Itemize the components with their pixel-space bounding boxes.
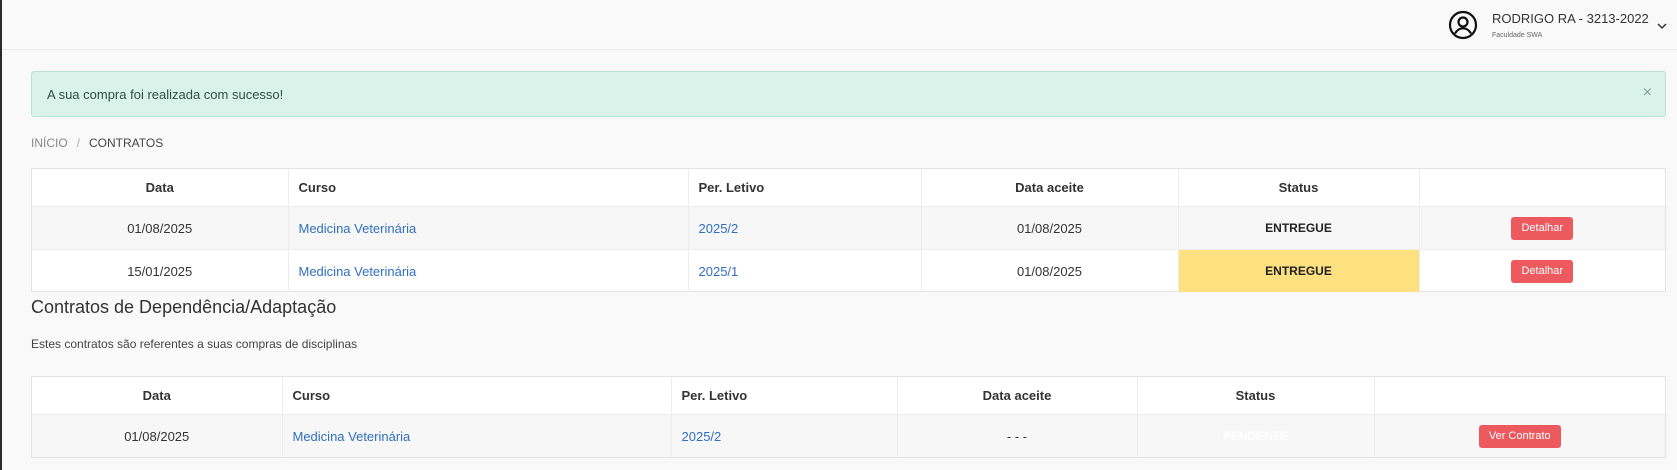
column-header-data-aceite: Data aceite: [897, 377, 1138, 415]
column-header-periodo: Per. Letivo: [688, 169, 922, 207]
cell-actions: Detalhar: [1419, 206, 1665, 250]
cell-data: 15/01/2025: [32, 249, 289, 292]
contracts-table: Data Curso Per. Letivo Data aceite Statu…: [32, 169, 1665, 292]
cell-data-aceite: 01/08/2025: [921, 206, 1179, 250]
breadcrumb-home[interactable]: INÍCIO: [31, 136, 68, 150]
user-menu[interactable]: RODRIGO RA - 3213-2022 Faculdade SWA: [1448, 8, 1667, 42]
period-link[interactable]: 2025/2: [699, 221, 739, 236]
chevron-down-icon[interactable]: [1656, 22, 1668, 30]
success-alert: A sua compra foi realizada com sucesso! …: [31, 71, 1666, 117]
column-header-data-aceite: Data aceite: [921, 169, 1179, 207]
cell-data: 01/08/2025: [32, 206, 289, 250]
breadcrumb-separator: /: [76, 136, 81, 150]
course-link[interactable]: Medicina Veterinária: [299, 221, 417, 236]
cell-periodo: 2025/2: [671, 414, 898, 457]
column-header-periodo: Per. Letivo: [671, 377, 898, 415]
detalhar-button[interactable]: Detalhar: [1511, 216, 1574, 240]
column-header-curso: Curso: [282, 377, 672, 415]
column-header-actions: [1419, 169, 1665, 207]
cell-actions: Ver Contrato: [1374, 414, 1665, 457]
dependency-table-container: Data Curso Per. Letivo Data aceite Statu…: [31, 376, 1666, 458]
column-header-data: Data: [32, 169, 289, 207]
status-badge: PENDENTE: [1137, 414, 1375, 457]
section-description: Estes contratos são referentes a suas co…: [31, 337, 358, 351]
window-edge: [0, 0, 2, 470]
table-header-row: Data Curso Per. Letivo Data aceite Statu…: [32, 377, 1665, 415]
column-header-status: Status: [1137, 377, 1375, 415]
period-link[interactable]: 2025/1: [699, 264, 739, 279]
top-navbar: RODRIGO RA - 3213-2022 Faculdade SWA: [2, 0, 1677, 50]
section-title: Contratos de Dependência/Adaptação: [31, 297, 337, 317]
column-header-status: Status: [1178, 169, 1420, 207]
column-header-curso: Curso: [288, 169, 689, 207]
cell-curso: Medicina Veterinária: [288, 249, 689, 292]
detalhar-button[interactable]: Detalhar: [1511, 259, 1574, 283]
table-row: 01/08/2025 Medicina Veterinária 2025/2 0…: [32, 206, 1665, 250]
status-badge: ENTREGUE: [1178, 249, 1420, 292]
breadcrumb-current: CONTRATOS: [89, 136, 164, 150]
table-header-row: Data Curso Per. Letivo Data aceite Statu…: [32, 169, 1665, 207]
user-circle-icon: [1448, 10, 1478, 40]
alert-message: A sua compra foi realizada com sucesso!: [47, 87, 284, 102]
course-link[interactable]: Medicina Veterinária: [293, 429, 411, 444]
period-link[interactable]: 2025/2: [682, 429, 722, 444]
close-icon[interactable]: ×: [1643, 85, 1652, 101]
breadcrumb: INÍCIO / CONTRATOS: [31, 136, 163, 150]
user-info: RODRIGO RA - 3213-2022 Faculdade SWA: [1492, 11, 1649, 40]
cell-periodo: 2025/2: [688, 206, 922, 250]
cell-periodo: 2025/1: [688, 249, 922, 292]
user-name: RODRIGO RA - 3213-2022: [1492, 10, 1649, 26]
column-header-data: Data: [32, 377, 283, 415]
cell-actions: Detalhar: [1419, 249, 1665, 292]
cell-curso: Medicina Veterinária: [288, 206, 689, 250]
ver-contrato-button[interactable]: Ver Contrato: [1478, 424, 1561, 448]
status-badge: ENTREGUE: [1178, 206, 1420, 250]
table-row: 15/01/2025 Medicina Veterinária 2025/1 0…: [32, 249, 1665, 292]
cell-data-aceite: - - -: [897, 414, 1138, 457]
cell-curso: Medicina Veterinária: [282, 414, 672, 457]
column-header-actions: [1374, 377, 1665, 415]
dependency-table: Data Curso Per. Letivo Data aceite Statu…: [32, 377, 1665, 457]
cell-data: 01/08/2025: [32, 414, 283, 457]
cell-data-aceite: 01/08/2025: [921, 249, 1179, 292]
table-row: 01/08/2025 Medicina Veterinária 2025/2 -…: [32, 414, 1665, 457]
course-link[interactable]: Medicina Veterinária: [299, 264, 417, 279]
contracts-table-container: Data Curso Per. Letivo Data aceite Statu…: [31, 168, 1666, 292]
institution-name: Faculdade SWA: [1492, 31, 1543, 39]
